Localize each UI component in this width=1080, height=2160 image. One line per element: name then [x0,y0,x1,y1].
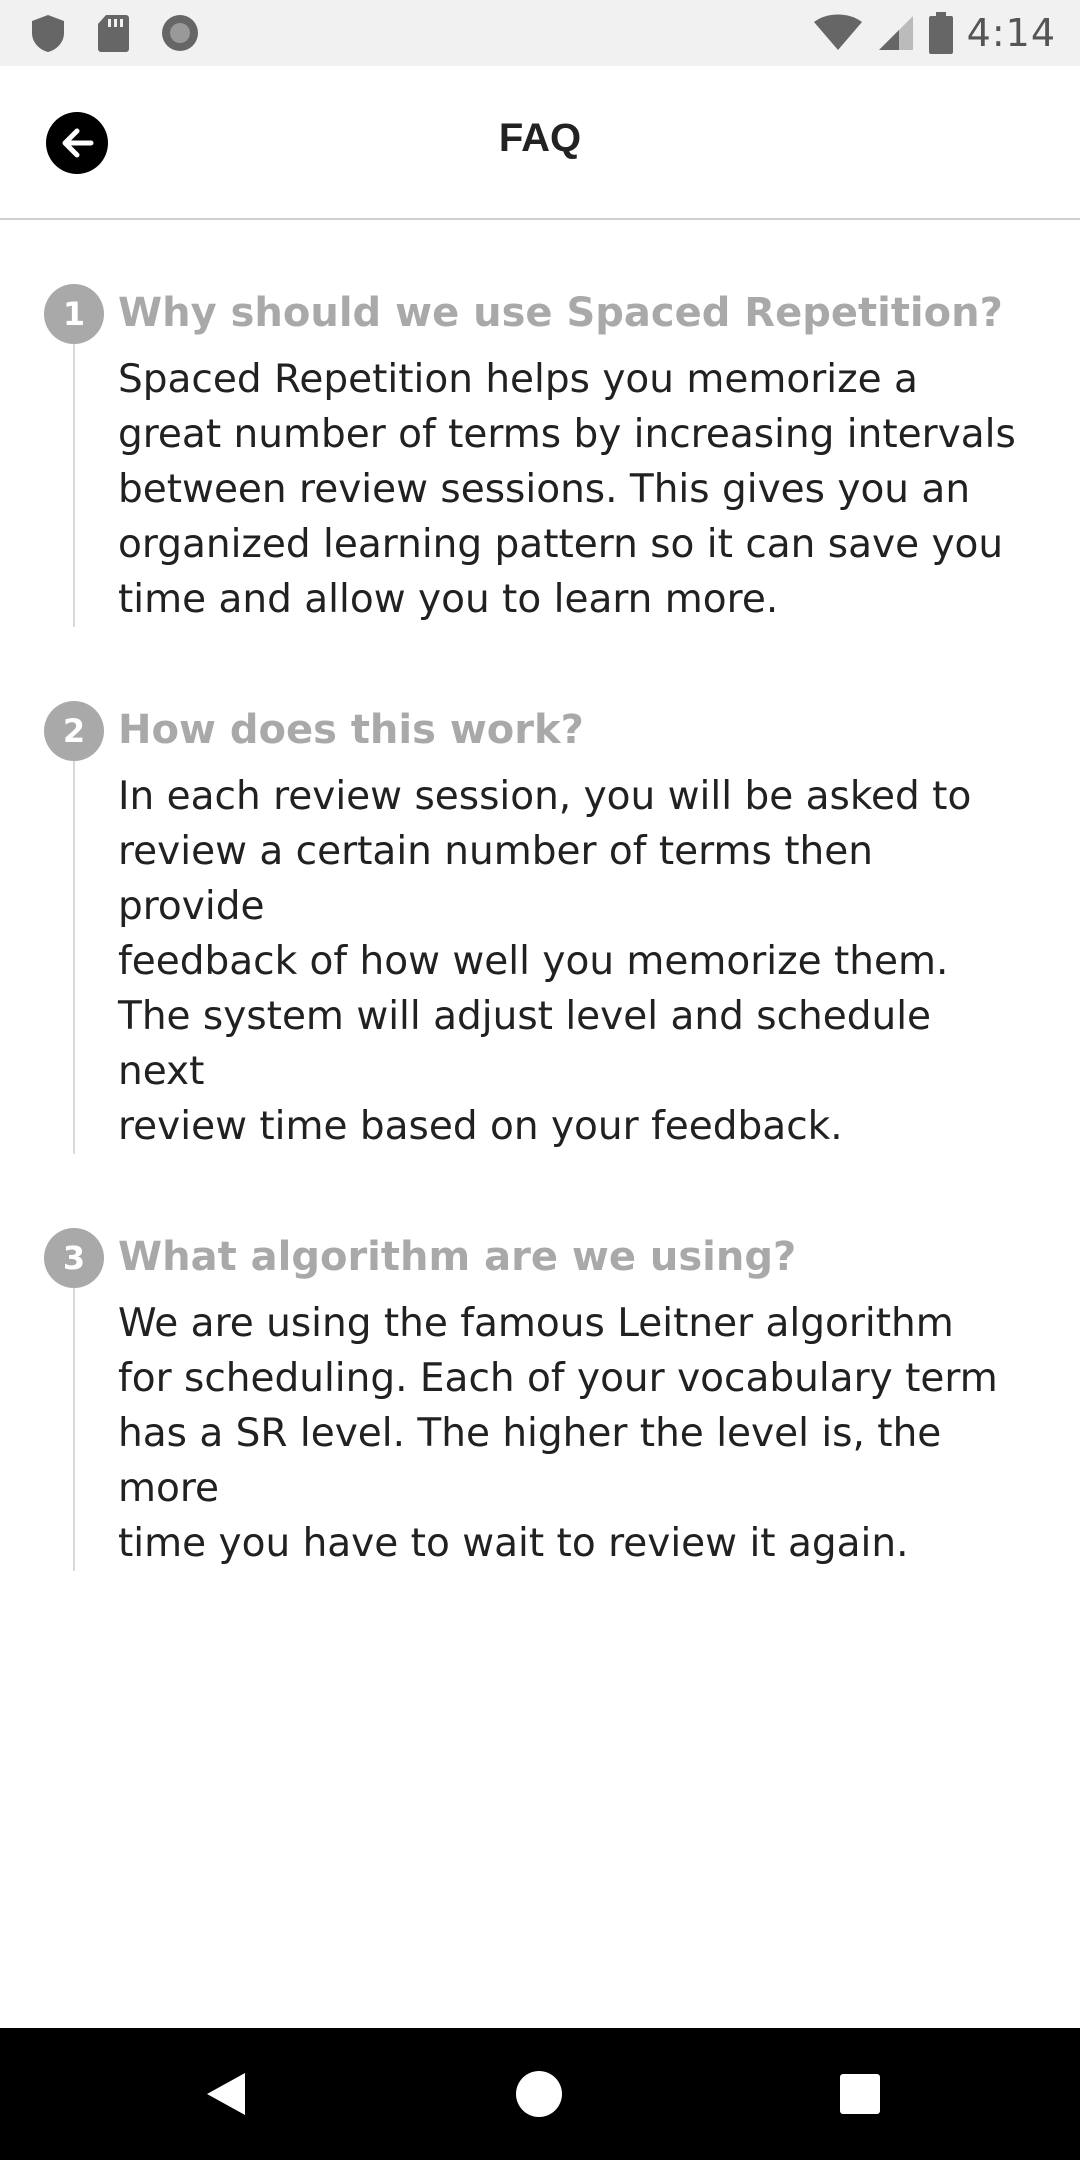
answer-line: for scheduling. Each of your vocabulary … [118,1356,998,1401]
faq-number-badge: 2 [44,701,104,761]
faq-body: Spaced Repetition helps you memorize a g… [0,344,1080,627]
nav-back-button[interactable] [198,2066,254,2122]
answer-line: organized learning pattern so it can sav… [118,522,1004,567]
back-triangle-icon [203,2069,249,2119]
faq-answer: We are using the famous Leitner algorith… [118,1296,1020,1571]
faq-list: 1 Why should we use Spaced Repetition? S… [0,282,1080,1643]
faq-timeline-line [73,344,75,627]
answer-line: In each review session, you will be aske… [118,774,972,819]
faq-header: 3 What algorithm are we using? [0,1226,1080,1290]
signal-icon [877,14,915,52]
faq-answer: In each review session, you will be aske… [118,769,1020,1154]
answer-line: between review sessions. This gives you … [118,467,971,512]
answer-line: review time based on your feedback. [118,1104,843,1149]
status-left-icons [30,13,200,53]
faq-timeline-line [73,1288,75,1571]
status-right-icons: 4:14 [813,11,1056,55]
wifi-icon [813,14,863,52]
circle-icon [160,13,200,53]
answer-line: review a certain number of terms then pr… [118,829,873,929]
shield-icon [30,13,66,53]
faq-number-badge: 1 [44,284,104,344]
answer-line: great number of terms by increasing inte… [118,412,1016,457]
nav-home-button[interactable] [511,2066,567,2122]
faq-item: 1 Why should we use Spaced Repetition? S… [0,282,1080,627]
answer-line: has a SR level. The higher the level is,… [118,1411,942,1511]
nav-recents-button[interactable] [832,2066,888,2122]
answer-line: time you have to wait to review it again… [118,1521,909,1566]
faq-header: 1 Why should we use Spaced Repetition? [0,282,1080,346]
faq-number-badge: 3 [44,1228,104,1288]
answer-line: feedback of how well you memorize them. [118,939,949,984]
faq-answer: Spaced Repetition helps you memorize a g… [118,352,1020,627]
faq-timeline-line [73,761,75,1154]
faq-question: What algorithm are we using? [118,1234,797,1280]
app-bar: FAQ [0,66,1080,220]
faq-question: Why should we use Spaced Repetition? [118,290,1003,336]
faq-question: How does this work? [118,707,584,753]
recents-square-icon [838,2072,882,2116]
faq-header: 2 How does this work? [0,699,1080,763]
page-title: FAQ [498,116,582,160]
status-bar: 4:14 [0,0,1080,66]
faq-body: In each review session, you will be aske… [0,761,1080,1154]
battery-icon [928,12,953,54]
answer-line: We are using the famous Leitner algorith… [118,1301,954,1346]
faq-item: 3 What algorithm are we using? We are us… [0,1226,1080,1571]
answer-line: Spaced Repetition helps you memorize a [118,357,918,402]
home-circle-icon [514,2069,564,2119]
faq-item: 2 How does this work? In each review ses… [0,699,1080,1154]
navigation-bar [0,2028,1080,2160]
sd-card-icon [96,13,130,53]
faq-body: We are using the famous Leitner algorith… [0,1288,1080,1571]
answer-line: The system will adjust level and schedul… [118,994,932,1094]
answer-line: time and allow you to learn more. [118,577,779,622]
status-time: 4:14 [966,11,1056,55]
